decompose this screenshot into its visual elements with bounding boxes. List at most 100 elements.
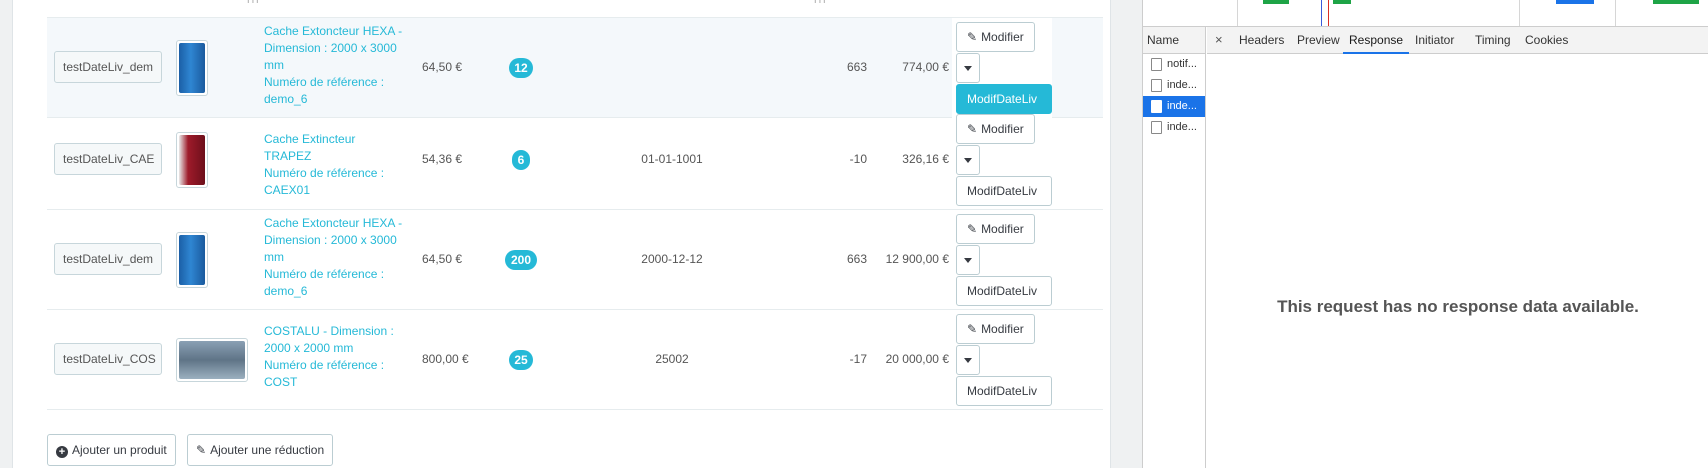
tab-response[interactable]: Response (1343, 27, 1410, 54)
pencil-icon: ✎ (967, 222, 978, 236)
total-price: 20 000,00 € (885, 352, 949, 366)
stock-quantity: 663 (846, 252, 867, 266)
modify-button[interactable]: ✎ Modifier (956, 314, 1035, 344)
extinguisher-cabinet-blue-image (179, 43, 205, 93)
delivery-date: 25002 (655, 352, 689, 366)
tab-headers[interactable]: Headers (1233, 27, 1290, 54)
timeline-divider (1237, 0, 1238, 26)
unit-price: 64,50 € (422, 60, 463, 74)
caret-down-icon (964, 158, 972, 164)
tab-initiator[interactable]: Initiator (1409, 27, 1460, 54)
actions-dropdown-toggle[interactable] (956, 245, 980, 275)
product-reference-input[interactable]: testDateLiv_dem (54, 243, 162, 275)
tag-icon: ✎ (196, 443, 207, 457)
timeline-divider (1519, 0, 1520, 26)
product-reference-label: Numéro de référence : (264, 267, 385, 281)
modify-button[interactable]: ✎ Modifier (956, 214, 1035, 244)
modif-date-liv-button[interactable]: ModifDateLiv (956, 276, 1052, 306)
table-row: testDateLiv_CAE Cache Extincteur TRAPEZ … (47, 110, 1103, 210)
modify-button[interactable]: ✎ Modifier (956, 22, 1035, 52)
timeline-bar (1653, 0, 1699, 4)
request-item[interactable]: notif... (1143, 54, 1205, 75)
product-name-link[interactable]: COSTALU - Dimension : 2000 x 2000 mm Num… (264, 323, 404, 391)
product-reference-input[interactable]: testDateLiv_dem (54, 51, 162, 83)
request-list: Name notif... inde... inde... inde... (1143, 27, 1206, 468)
unit-price: 64,50 € (422, 252, 463, 266)
quantity-badge: 12 (509, 58, 533, 78)
product-reference-value: demo_6 (264, 92, 308, 106)
add-product-button[interactable]: + Ajouter un produit (47, 434, 176, 466)
row-actions: ✎ Modifier ModifDateLiv (952, 310, 1052, 410)
plus-circle-icon: + (56, 446, 68, 458)
product-name-line: Dimension : 2000 x 3000 (264, 233, 397, 247)
modify-button-label: Modifier (981, 122, 1024, 136)
order-products-area: HT HT testDateLiv_dem Cache Extoncteur H… (0, 0, 1112, 468)
row-actions: ✎ Modifier ModifDateLiv (952, 210, 1052, 310)
request-detail-tabs: × Headers Preview Response Initiator Tim… (1207, 27, 1708, 54)
timeline-divider (1615, 0, 1616, 26)
request-name: notif... (1167, 58, 1197, 70)
product-name-line: 2000 x 2000 mm (264, 341, 354, 355)
total-price: 774,00 € (902, 60, 949, 74)
timeline-bar (1556, 0, 1594, 4)
table-row: testDateLiv_COS COSTALU - Dimension : 20… (47, 310, 1103, 410)
product-name-line: mm (264, 58, 284, 72)
product-reference-input[interactable]: testDateLiv_COS (54, 343, 162, 375)
modify-button[interactable]: ✎ Modifier (956, 114, 1035, 144)
name-column-header[interactable]: Name (1143, 27, 1205, 54)
product-name-line: Cache Extincteur TRAPEZ (264, 132, 356, 163)
delivery-date: 2000-12-12 (641, 252, 703, 266)
product-reference-input[interactable]: testDateLiv_CAE (54, 143, 162, 175)
product-name-line: Cache Extoncteur HEXA - (264, 24, 403, 38)
tab-preview[interactable]: Preview (1291, 27, 1346, 54)
modify-button-label: Modifier (981, 222, 1024, 236)
pencil-icon: ✎ (967, 30, 978, 44)
product-name-link[interactable]: Cache Extoncteur HEXA - Dimension : 2000… (264, 215, 404, 300)
total-price: 326,16 € (902, 152, 949, 166)
product-name-line: Cache Extoncteur HEXA - (264, 216, 403, 230)
caret-down-icon (964, 66, 972, 72)
request-item[interactable]: inde... (1143, 75, 1205, 96)
tab-timing[interactable]: Timing (1469, 27, 1517, 54)
add-discount-button[interactable]: ✎ Ajouter une réduction (187, 434, 334, 466)
header-total-ht-label: HT (814, 0, 828, 6)
product-reference-value: COST (264, 375, 298, 389)
modif-date-liv-button[interactable]: ModifDateLiv (956, 176, 1052, 206)
add-discount-label: Ajouter une réduction (210, 443, 325, 457)
response-body: This request has no response data availa… (1207, 55, 1708, 468)
header-price-ht-label: HT (247, 0, 261, 6)
actions-dropdown-toggle[interactable] (956, 345, 980, 375)
quantity-badge: 200 (505, 250, 537, 270)
add-product-label: Ajouter un produit (72, 443, 167, 457)
stock-quantity: -10 (849, 152, 867, 166)
product-name-link[interactable]: Cache Extincteur TRAPEZ Numéro de référe… (264, 131, 404, 199)
timeline-dom-marker (1321, 0, 1322, 26)
product-thumbnail (176, 232, 208, 288)
product-name-link[interactable]: Cache Extoncteur HEXA - Dimension : 2000… (264, 23, 404, 108)
empty-response-message: This request has no response data availa… (1277, 297, 1639, 316)
close-icon[interactable]: × (1215, 27, 1223, 53)
extinguisher-cabinet-blue-image (179, 235, 205, 285)
total-price: 12 900,00 € (885, 252, 949, 266)
tab-cookies[interactable]: Cookies (1519, 27, 1574, 54)
modif-date-liv-button[interactable]: ModifDateLiv (956, 376, 1052, 406)
actions-dropdown-toggle[interactable] (956, 53, 980, 83)
modify-button-label: Modifier (981, 30, 1024, 44)
request-item-selected[interactable]: inde... (1143, 96, 1205, 117)
actions-dropdown-toggle[interactable] (956, 145, 980, 175)
devtools-network-panel: Name notif... inde... inde... inde... × … (1142, 0, 1708, 468)
pencil-icon: ✎ (967, 322, 978, 336)
product-thumbnail (176, 132, 208, 188)
modify-button-label: Modifier (981, 322, 1024, 336)
stock-quantity: 663 (846, 60, 867, 74)
product-reference-label: Numéro de référence : (264, 358, 385, 372)
network-overview-timeline (1143, 0, 1708, 27)
request-item[interactable]: inde... (1143, 117, 1205, 138)
quantity-badge: 25 (509, 350, 533, 370)
document-icon (1151, 121, 1162, 134)
request-name: inde... (1167, 79, 1197, 91)
delivery-date: 01-01-1001 (641, 152, 703, 166)
timeline-bar (1333, 0, 1351, 4)
product-name-line: COSTALU - Dimension : (264, 324, 394, 338)
table-row: testDateLiv_dem Cache Extoncteur HEXA - … (47, 210, 1103, 310)
